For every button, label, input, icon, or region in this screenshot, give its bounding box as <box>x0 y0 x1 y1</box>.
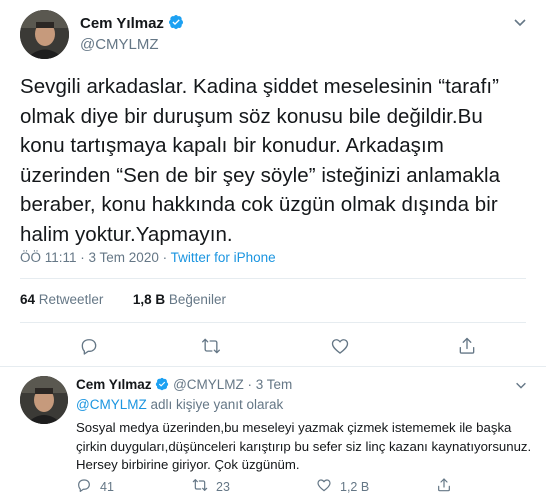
reply-text: Sosyal medya üzerinden,bu meseleyi yazma… <box>76 420 532 472</box>
reply-author-name[interactable]: Cem Yılmaz <box>76 377 152 392</box>
retweet-button[interactable] <box>201 336 221 361</box>
reply-retweet-button[interactable]: 23 <box>192 477 230 496</box>
author-name[interactable]: Cem Yılmaz <box>80 15 164 32</box>
reply-header: Cem Yılmaz @CMYLMZ · 3 Tem <box>76 377 292 394</box>
reply-avatar[interactable] <box>20 376 68 424</box>
reply-like-button[interactable]: 1,2 B <box>316 477 369 496</box>
tweet-time[interactable]: ÖÖ 11:11 · 3 Tem 2020 · <box>20 250 171 265</box>
replying-to: @CMYLMZ adlı kişiye yanıt olarak <box>76 397 283 412</box>
reply-button[interactable] <box>79 336 99 361</box>
verified-icon <box>155 377 169 394</box>
avatar[interactable] <box>20 10 69 59</box>
reply-icon <box>79 339 99 360</box>
retweet-icon <box>192 477 208 496</box>
share-button[interactable] <box>457 336 477 361</box>
tweet-meta: ÖÖ 11:11 · 3 Tem 2020 · Twitter for iPho… <box>20 250 276 265</box>
reply-count: 41 <box>100 479 114 494</box>
retweet-count: 23 <box>216 479 230 494</box>
share-icon <box>436 477 452 496</box>
likes-label: Beğeniler <box>168 292 226 307</box>
avatar-photo <box>20 10 69 59</box>
author-handle[interactable]: @CMYLMZ <box>80 36 159 53</box>
avatar-photo <box>20 376 68 424</box>
reply-to-mention[interactable]: @CMYLMZ <box>76 397 147 412</box>
likes-count: 1,8 B <box>132 292 166 307</box>
likes-stat[interactable]: 1,8 B Beğeniler <box>133 292 226 307</box>
author-block[interactable]: Cem Yılmaz <box>80 14 184 35</box>
retweets-stat[interactable]: 64 Retweetler <box>20 292 103 307</box>
chevron-down-icon[interactable] <box>514 378 528 397</box>
reply-to-suffix: adlı kişiye yanıt olarak <box>146 397 284 412</box>
divider <box>20 322 526 323</box>
share-icon <box>457 337 477 360</box>
divider <box>20 278 526 279</box>
retweet-icon <box>201 338 221 360</box>
reply-author-handle[interactable]: @CMYLMZ · 3 Tem <box>173 377 292 392</box>
tweet-source[interactable]: Twitter for iPhone <box>171 250 276 265</box>
tweet-stats: 64 Retweetler 1,8 B Beğeniler <box>20 292 226 307</box>
like-button[interactable] <box>330 336 350 361</box>
reply-reply-button[interactable]: 41 <box>76 477 114 496</box>
like-icon <box>316 477 332 496</box>
divider <box>0 366 546 367</box>
reply-icon <box>76 477 92 496</box>
like-icon <box>330 339 350 360</box>
verified-icon <box>168 14 184 35</box>
reply-share-button[interactable] <box>436 477 452 496</box>
chevron-down-icon[interactable] <box>512 14 528 35</box>
retweets-count: 64 <box>20 292 36 307</box>
like-count: 1,2 B <box>340 479 370 494</box>
tweet-text: Sevgili arkadaslar. Kadina şiddet mesele… <box>20 75 501 246</box>
retweets-label: Retweetler <box>38 292 104 307</box>
